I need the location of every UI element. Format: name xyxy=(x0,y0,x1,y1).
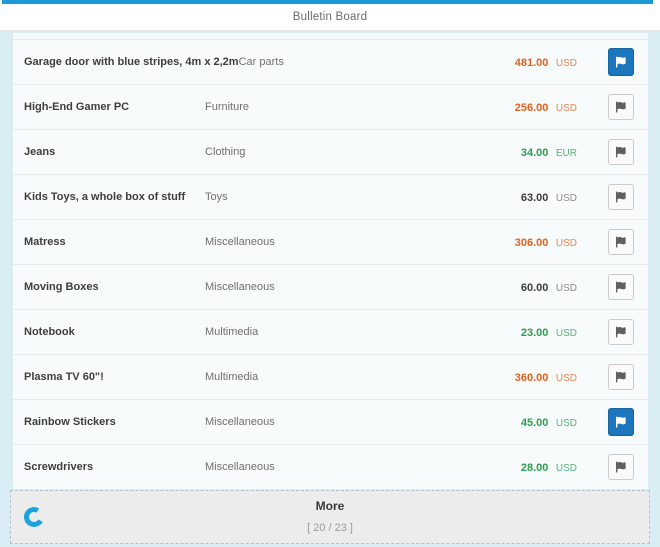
list-item[interactable]: Moving Boxes Miscellaneous 60.00 USD xyxy=(13,265,648,310)
flag-button[interactable] xyxy=(608,274,634,300)
price-amount: 63.00 xyxy=(521,192,549,204)
item-category: Multimedia xyxy=(205,326,521,338)
list-item[interactable]: Screwdrivers Miscellaneous 28.00 USD xyxy=(13,445,648,490)
item-price: 256.00 USD xyxy=(515,98,577,116)
list-item[interactable]: Matress Miscellaneous 306.00 USD xyxy=(13,220,648,265)
item-price: 45.00 USD xyxy=(521,413,577,431)
price-currency: USD xyxy=(556,193,577,204)
price-amount: 360.00 xyxy=(515,372,549,384)
flag-button[interactable] xyxy=(608,48,634,76)
item-price: 63.00 USD xyxy=(521,188,577,206)
item-price: 60.00 USD xyxy=(521,278,577,296)
load-more-label: More xyxy=(11,499,649,513)
price-currency: USD xyxy=(556,328,577,339)
item-category: Multimedia xyxy=(205,371,515,383)
price-currency: USD xyxy=(556,58,577,69)
page-title: Bulletin Board xyxy=(293,11,367,23)
price-amount: 256.00 xyxy=(515,102,549,114)
partially-scrolled-row xyxy=(13,33,648,40)
price-currency: USD xyxy=(556,418,577,429)
item-price: 481.00 USD xyxy=(515,53,577,71)
price-currency: EUR xyxy=(556,148,577,159)
flag-button[interactable] xyxy=(608,319,634,345)
bulletin-board-list-area: Garage door with blue stripes, 4m x 2,2m… xyxy=(0,31,660,547)
flag-button[interactable] xyxy=(608,94,634,120)
list-item[interactable]: High-End Gamer PC Furniture 256.00 USD xyxy=(13,85,648,130)
price-amount: 481.00 xyxy=(515,57,549,69)
item-price: 306.00 USD xyxy=(515,233,577,251)
flag-button[interactable] xyxy=(608,408,634,436)
load-more-button[interactable]: More [ 20 / 23 ] xyxy=(10,490,650,544)
flag-icon xyxy=(616,371,627,383)
price-amount: 28.00 xyxy=(521,462,549,474)
price-amount: 306.00 xyxy=(515,237,549,249)
item-price: 360.00 USD xyxy=(515,368,577,386)
flag-icon xyxy=(616,191,627,203)
item-price: 34.00 EUR xyxy=(521,143,577,161)
price-amount: 60.00 xyxy=(521,282,549,294)
flag-icon xyxy=(616,461,627,473)
item-name: High-End Gamer PC xyxy=(24,101,205,113)
item-name: Moving Boxes xyxy=(24,281,205,293)
item-list: Garage door with blue stripes, 4m x 2,2m… xyxy=(13,33,648,490)
flag-button[interactable] xyxy=(608,454,634,480)
price-currency: USD xyxy=(556,238,577,249)
price-currency: USD xyxy=(556,103,577,114)
list-item[interactable]: Jeans Clothing 34.00 EUR xyxy=(13,130,648,175)
item-category: Miscellaneous xyxy=(205,461,521,473)
list-item[interactable]: Notebook Multimedia 23.00 USD xyxy=(13,310,648,355)
flag-button[interactable] xyxy=(608,364,634,390)
item-category: Car parts xyxy=(239,56,515,68)
list-item[interactable]: Plasma TV 60"! Multimedia 360.00 USD xyxy=(13,355,648,400)
price-currency: USD xyxy=(556,373,577,384)
flag-icon xyxy=(616,326,627,338)
item-name: Rainbow Stickers xyxy=(24,416,205,428)
item-name: Screwdrivers xyxy=(24,461,205,473)
price-amount: 34.00 xyxy=(521,147,549,159)
item-category: Miscellaneous xyxy=(205,236,515,248)
item-name: Jeans xyxy=(24,146,205,158)
item-category: Toys xyxy=(205,191,521,203)
price-amount: 45.00 xyxy=(521,417,549,429)
item-price: 28.00 USD xyxy=(521,458,577,476)
item-category: Furniture xyxy=(205,101,515,113)
item-name: Plasma TV 60"! xyxy=(24,371,205,383)
page-header: Bulletin Board xyxy=(0,0,660,31)
list-item[interactable]: Garage door with blue stripes, 4m x 2,2m… xyxy=(13,40,648,85)
flag-icon xyxy=(616,281,627,293)
item-name: Matress xyxy=(24,236,205,248)
list-item[interactable]: Rainbow Stickers Miscellaneous 45.00 USD xyxy=(13,400,648,445)
list-item[interactable]: Kids Toys, a whole box of stuff Toys 63.… xyxy=(13,175,648,220)
item-name: Kids Toys, a whole box of stuff xyxy=(24,191,205,203)
item-name: Garage door with blue stripes, 4m x 2,2m xyxy=(24,56,239,68)
flag-button[interactable] xyxy=(608,184,634,210)
item-category: Clothing xyxy=(205,146,521,158)
item-category: Miscellaneous xyxy=(205,416,521,428)
top-accent-bar xyxy=(2,0,653,4)
flag-button[interactable] xyxy=(608,229,634,255)
price-amount: 23.00 xyxy=(521,327,549,339)
flag-icon xyxy=(616,146,627,158)
item-category: Miscellaneous xyxy=(205,281,521,293)
flag-icon xyxy=(616,56,627,68)
flag-button[interactable] xyxy=(608,139,634,165)
item-count-indicator: [ 20 / 23 ] xyxy=(11,522,649,534)
flag-icon xyxy=(616,236,627,248)
flag-icon xyxy=(616,416,627,428)
item-name: Notebook xyxy=(24,326,205,338)
flag-icon xyxy=(616,101,627,113)
price-currency: USD xyxy=(556,463,577,474)
price-currency: USD xyxy=(556,283,577,294)
item-price: 23.00 USD xyxy=(521,323,577,341)
